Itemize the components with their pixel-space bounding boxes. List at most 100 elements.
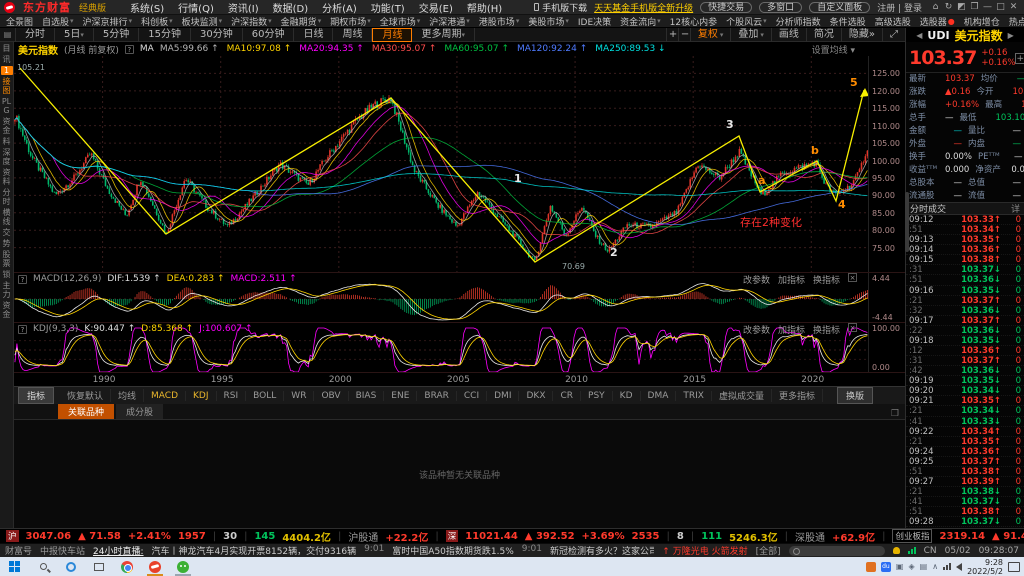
tool-画线[interactable]: 画线 bbox=[771, 28, 806, 42]
tray-icon[interactable]: ▤ bbox=[920, 562, 928, 571]
nav-item[interactable]: 板块监测▾ bbox=[182, 15, 223, 28]
tray-app-icon[interactable] bbox=[866, 562, 876, 572]
help-icon[interactable]: ? bbox=[18, 325, 27, 334]
tab-related-symbols[interactable]: 关联品种 bbox=[58, 404, 114, 419]
tool-复权[interactable]: 复权▾ bbox=[690, 28, 731, 42]
indicator-tab-first[interactable]: 指标 bbox=[18, 387, 54, 404]
news-item[interactable]: 新冠检测有多火？这家公司一季度赚了143亿！是过去十年利润总和的15倍 bbox=[550, 544, 654, 557]
chart-type-icon[interactable]: ▤ bbox=[0, 28, 16, 42]
theme-icon[interactable]: ◩ bbox=[955, 2, 968, 12]
switch-indicator-link[interactable]: 换指标 bbox=[813, 323, 840, 336]
macd-panel[interactable]: ? MACD(12,26,9) DIF:1.539 ↑ DEA:0.283 ↑ … bbox=[14, 272, 905, 322]
nav-item[interactable]: 个股风云▾ bbox=[726, 15, 767, 28]
nav-item[interactable]: 科创板▾ bbox=[141, 15, 173, 28]
left-rail-item[interactable]: 资金 bbox=[1, 117, 13, 135]
indicator-tab-PSY[interactable]: PSY bbox=[581, 391, 613, 401]
indicator-tab-MACD[interactable]: MACD bbox=[144, 391, 186, 401]
quick-trade-button[interactable]: 快捷交易 bbox=[700, 2, 752, 13]
tool-−[interactable]: − bbox=[678, 28, 690, 42]
change-params-link[interactable]: 改参数 bbox=[743, 273, 770, 286]
maximize-icon[interactable]: □ bbox=[994, 2, 1007, 12]
indicator-tab-BRAR[interactable]: BRAR bbox=[417, 391, 456, 401]
tool-⤢[interactable]: ⤢ bbox=[882, 28, 905, 42]
add-indicator-link[interactable]: 加指标 bbox=[778, 323, 805, 336]
help-icon[interactable]: ? bbox=[125, 45, 134, 54]
clock[interactable]: 9:282022/5/2 bbox=[967, 558, 1003, 576]
close-icon[interactable]: ✕ bbox=[1007, 2, 1020, 12]
nav-item[interactable]: 沪深指数▾ bbox=[231, 15, 272, 28]
kdj-panel[interactable]: ? KDJ(9,3,3) K:90.447 ↑ D:85.368 ↑ J:100… bbox=[14, 322, 905, 372]
left-rail-item[interactable]: 资金 bbox=[1, 301, 13, 319]
left-rail-item[interactable]: 势 bbox=[1, 239, 13, 248]
indicator-tab-CR[interactable]: CR bbox=[553, 391, 581, 401]
news-item[interactable]: 汽车丨神龙汽车4月实现开票8152辆，交付9316辆 bbox=[152, 544, 357, 557]
period-5日[interactable]: 5日▾ bbox=[55, 28, 94, 42]
tool-隐藏»[interactable]: 隐藏» bbox=[841, 28, 882, 42]
left-rail-item[interactable]: 锁 bbox=[1, 270, 13, 279]
nav-item[interactable]: 金融期货▾ bbox=[281, 15, 322, 28]
left-rail-item[interactable]: PLG bbox=[1, 97, 13, 115]
nav-item[interactable]: 全球市场▾ bbox=[380, 15, 421, 28]
switch-indicator-link[interactable]: 换指标 bbox=[813, 273, 840, 286]
panel-expand-icon[interactable]: ❒ bbox=[891, 409, 899, 419]
register-login[interactable]: 注册 | 登录 bbox=[877, 1, 922, 14]
period-更多周期[interactable]: 更多周期▾ bbox=[412, 28, 475, 42]
nav-item[interactable]: IDE决策 bbox=[578, 15, 611, 28]
tab-constituents[interactable]: 成分股 bbox=[116, 404, 163, 419]
period-15分钟[interactable]: 15分钟 bbox=[139, 28, 191, 42]
cortana-icon[interactable] bbox=[60, 557, 82, 576]
left-rail-item[interactable]: 讯 bbox=[1, 55, 13, 64]
start-button[interactable] bbox=[4, 557, 26, 576]
left-rail-item[interactable]: 接图 bbox=[1, 77, 13, 95]
promo-link[interactable]: 天天基金手机版全新升级 bbox=[594, 1, 693, 14]
left-rail-item[interactable]: 主力 bbox=[1, 281, 13, 299]
tool-+[interactable]: + bbox=[666, 28, 678, 42]
left-rail-item[interactable]: 深度 bbox=[1, 148, 13, 166]
menu-item[interactable]: 分析(A) bbox=[322, 0, 357, 15]
nav-item[interactable]: 条件选股 bbox=[830, 15, 866, 28]
period-5分钟[interactable]: 5分钟 bbox=[94, 28, 139, 42]
indicator-tab-DKX[interactable]: DKX bbox=[519, 391, 553, 401]
tray-icon[interactable]: ◈ bbox=[908, 562, 914, 571]
nav-item[interactable]: 高级选股 bbox=[875, 15, 911, 28]
period-日线[interactable]: 日线 bbox=[294, 28, 333, 42]
time-sales-list[interactable]: 09:12103.33↑0:51103.34↑009:13103.35↑009:… bbox=[906, 215, 1024, 528]
multi-window-button[interactable]: 多窗口 bbox=[759, 2, 802, 13]
indicator-tab-KD[interactable]: KD bbox=[613, 391, 641, 401]
indicator-tab-WR[interactable]: WR bbox=[284, 391, 314, 401]
tool-叠加[interactable]: 叠加▾ bbox=[730, 28, 771, 42]
period-周线[interactable]: 周线 bbox=[333, 28, 372, 42]
left-rail-item[interactable]: 目 bbox=[1, 44, 13, 53]
home-icon[interactable]: ⌂ bbox=[929, 2, 942, 12]
prev-symbol-button[interactable]: ◀ bbox=[916, 31, 922, 40]
left-rail-item[interactable]: 1 bbox=[1, 66, 13, 75]
nav-item[interactable]: 选股器● bbox=[920, 15, 955, 28]
nav-item[interactable]: 分析师指数 bbox=[776, 15, 821, 28]
ticks-detail-link[interactable]: 详 bbox=[1011, 202, 1020, 215]
indicator-tab-虚拟成交量[interactable]: 虚拟成交量 bbox=[712, 389, 772, 402]
left-rail-item[interactable]: 资料 bbox=[1, 168, 13, 186]
indicator-tab-OBV[interactable]: OBV bbox=[314, 391, 348, 401]
ticker-tab-2[interactable]: 中报快车站 bbox=[40, 544, 85, 557]
tool-简况[interactable]: 简况 bbox=[806, 28, 841, 42]
left-rail-item[interactable]: 分时 bbox=[1, 188, 13, 206]
next-symbol-button[interactable]: ▶ bbox=[1008, 31, 1014, 40]
menu-item[interactable]: 交易(E) bbox=[419, 0, 453, 15]
left-rail-item[interactable]: 料 bbox=[1, 137, 13, 146]
menu-item[interactable]: 系统(S) bbox=[130, 0, 164, 15]
chrome-icon[interactable] bbox=[116, 557, 138, 576]
reset-default-link[interactable]: 恢复默认 bbox=[60, 389, 111, 402]
custom-panel-button[interactable]: 自定义面板 bbox=[809, 2, 870, 13]
help-icon[interactable]: ? bbox=[18, 275, 27, 284]
wechat-icon[interactable] bbox=[172, 557, 194, 576]
network-icon[interactable] bbox=[943, 563, 951, 570]
nav-item[interactable]: 期权市场▾ bbox=[330, 15, 371, 28]
hot-stock-link[interactable]: ↑ 万隆光电 火箭发射 bbox=[662, 544, 747, 557]
ma-settings-button[interactable]: 设置均线 ▾ bbox=[812, 43, 901, 56]
nav-item[interactable]: 自选股▾ bbox=[42, 15, 74, 28]
left-rail-item[interactable]: 横线 bbox=[1, 208, 13, 226]
nav-item[interactable]: 全景图 bbox=[6, 15, 33, 28]
task-view-icon[interactable] bbox=[88, 557, 110, 576]
bell-icon[interactable] bbox=[893, 547, 900, 554]
indicator-tab-CCI[interactable]: CCI bbox=[457, 391, 487, 401]
